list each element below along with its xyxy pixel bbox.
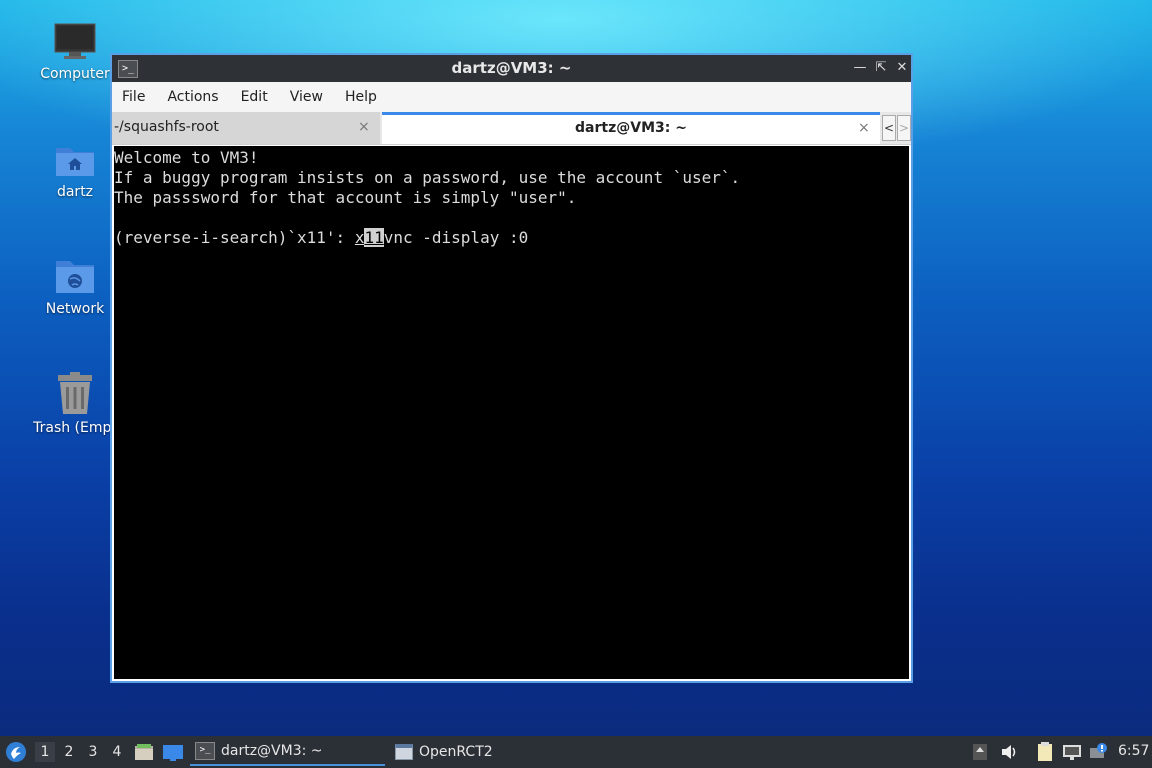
taskbar-task-terminal[interactable]: >_ dartz@VM3: ~ (190, 738, 385, 766)
maximize-button[interactable]: ⇱ (871, 58, 891, 78)
desktop-icon-label: Computer (40, 66, 110, 82)
terminal-line: The passsword for that account is simply… (114, 188, 577, 207)
start-menu-icon[interactable] (5, 741, 27, 763)
window-title: dartz@VM3: ~ (451, 59, 572, 77)
computer-icon (54, 22, 96, 62)
desktop-icon-home[interactable]: dartz (30, 140, 120, 200)
network-icon[interactable] (1062, 742, 1082, 762)
task-label: OpenRCT2 (419, 744, 493, 760)
clipboard-icon[interactable] (1036, 742, 1054, 762)
search-match-highlight: 11 (364, 228, 384, 247)
menu-file[interactable]: File (122, 89, 145, 105)
window-titlebar[interactable]: >_ dartz@VM3: ~ — ⇱ ✕ (112, 55, 911, 82)
tab-close-icon[interactable]: × (358, 112, 370, 142)
taskbar: 1 2 3 4 >_ dartz@VM3: ~ OpenRCT2 6:57 (0, 736, 1152, 768)
tab-home[interactable]: dartz@VM3: ~ × (382, 112, 880, 144)
terminal-line: If a buggy program insists on a password… (114, 168, 741, 187)
workspace-1[interactable]: 1 (35, 742, 55, 762)
taskbar-task-openrct2[interactable]: OpenRCT2 (390, 738, 580, 766)
menu-help[interactable]: Help (345, 89, 377, 105)
tab-squashfs-root[interactable]: -/squashfs-root × (112, 112, 380, 144)
file-manager-icon[interactable] (134, 742, 154, 762)
tab-label: -/squashfs-root (114, 119, 219, 135)
tab-scroll-left-button[interactable]: < (882, 115, 896, 141)
desktop-icon-label: dartz (56, 184, 94, 200)
menu-edit[interactable]: Edit (241, 89, 268, 105)
menu-view[interactable]: View (290, 89, 323, 105)
network-folder-icon (54, 257, 96, 297)
desktop-icon-computer[interactable]: Computer (30, 22, 120, 82)
desktop-icon-label: Network (45, 301, 105, 317)
tray-up-arrow-icon[interactable] (972, 742, 988, 762)
terminal-output[interactable]: Welcome to VM3! If a buggy program insist… (114, 146, 909, 679)
workspace-3[interactable]: 3 (83, 742, 103, 762)
tab-label: dartz@VM3: ~ (575, 120, 687, 136)
menu-bar: File Actions Edit View Help (112, 82, 911, 112)
clock[interactable]: 6:57 (1118, 743, 1149, 759)
minimize-button[interactable]: — (850, 58, 870, 78)
tab-bar: -/squashfs-root × dartz@VM3: ~ × < > (112, 112, 911, 145)
workspace-2[interactable]: 2 (59, 742, 79, 762)
show-desktop-icon[interactable] (162, 742, 184, 762)
tab-close-icon[interactable]: × (858, 115, 870, 141)
terminal-icon: >_ (195, 742, 215, 760)
window-icon (395, 744, 413, 760)
desktop-icon-network[interactable]: Network (30, 257, 120, 317)
menu-actions[interactable]: Actions (167, 89, 218, 105)
desktop-icon-label: Trash (Empt (33, 420, 117, 436)
search-prompt: (reverse-i-search)`x11': (114, 228, 355, 247)
notification-icon[interactable] (1090, 742, 1108, 762)
reverse-search-line: (reverse-i-search)`x11': x11vnc -display… (114, 228, 909, 248)
search-match-rest: vnc -display :0 (383, 228, 529, 247)
workspace-4[interactable]: 4 (107, 742, 127, 762)
desktop-icon-trash[interactable]: Trash (Empt (30, 372, 120, 436)
terminal-line: Welcome to VM3! (114, 148, 259, 167)
task-label: dartz@VM3: ~ (221, 743, 323, 759)
home-folder-icon (54, 140, 96, 180)
trash-icon (54, 372, 96, 416)
tab-scroll-right-button[interactable]: > (897, 115, 911, 141)
close-button[interactable]: ✕ (892, 58, 912, 78)
terminal-window: >_ dartz@VM3: ~ — ⇱ ✕ File Actions Edit … (110, 53, 913, 683)
volume-icon[interactable] (999, 742, 1019, 762)
